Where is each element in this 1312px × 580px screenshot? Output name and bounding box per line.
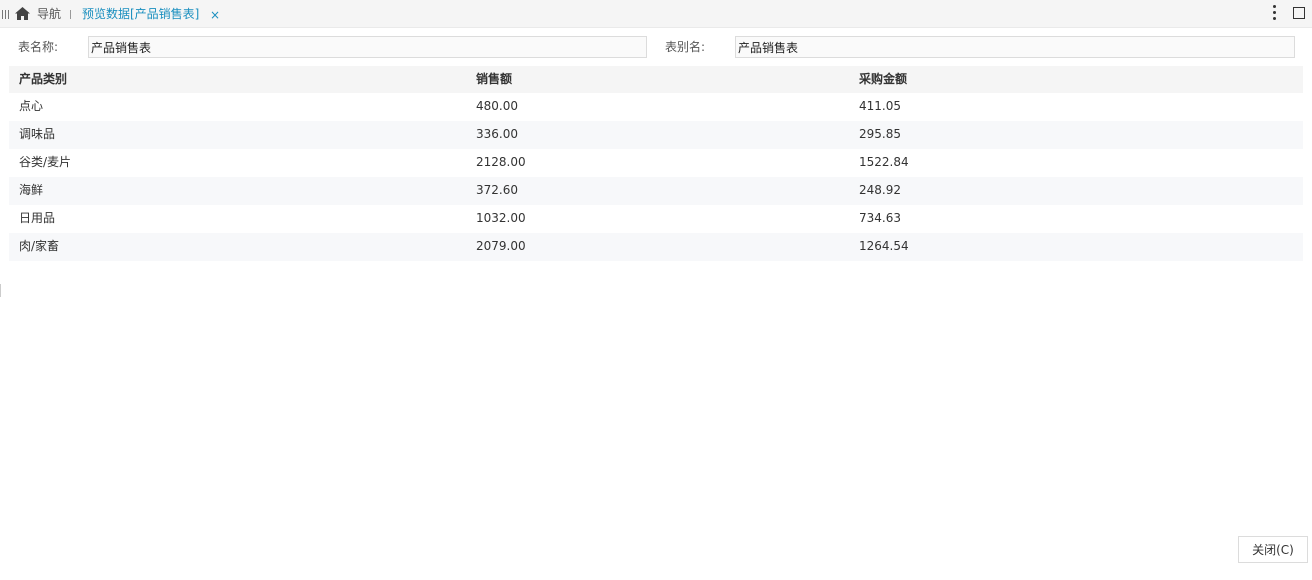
cell-category: 肉/家畜 [19,239,60,253]
home-icon[interactable] [14,6,31,21]
cell-sales: 372.60 [476,183,518,197]
cell-purchase: 1264.54 [859,239,909,253]
cell-sales: 2128.00 [476,155,526,169]
table-row[interactable]: 谷类/麦片 2128.00 1522.84 [9,149,1303,177]
cell-purchase: 734.63 [859,211,901,225]
table-alias-label: 表别名: [665,40,706,54]
cell-purchase: 295.85 [859,127,901,141]
cell-sales: 480.00 [476,99,518,113]
tab-divider [70,10,71,19]
drag-handle-icon[interactable] [2,8,11,19]
maximize-icon[interactable] [1293,7,1305,19]
cell-category: 调味品 [19,127,56,141]
cell-sales: 336.00 [476,127,518,141]
cell-sales: 2079.00 [476,239,526,253]
cell-category: 日用品 [19,211,56,225]
cell-category: 谷类/麦片 [19,155,72,169]
table-header-row: 产品类别 销售额 采购金额 [9,66,1303,93]
cell-purchase: 411.05 [859,99,901,113]
data-table: 产品类别 销售额 采购金额 点心 480.00 411.05 调味品 336.0… [9,66,1303,261]
tab-close-icon[interactable]: × [210,7,220,23]
table-row[interactable]: 肉/家畜 2079.00 1264.54 [9,233,1303,261]
table-row[interactable]: 日用品 1032.00 734.63 [9,205,1303,233]
panel-resize-handle[interactable] [0,284,1,297]
column-header-purchase[interactable]: 采购金额 [859,66,907,93]
table-name-field[interactable] [88,36,647,58]
cell-purchase: 1522.84 [859,155,909,169]
column-header-category[interactable]: 产品类别 [19,66,67,93]
table-row[interactable]: 海鲜 372.60 248.92 [9,177,1303,205]
cell-category: 点心 [19,99,44,113]
nav-tab-label[interactable]: 导航 [37,6,61,22]
cell-purchase: 248.92 [859,183,901,197]
tab-preview-data[interactable]: 预览数据[产品销售表] [82,6,199,22]
column-header-sales[interactable]: 销售额 [476,66,512,93]
table-alias-field[interactable] [735,36,1295,58]
cell-sales: 1032.00 [476,211,526,225]
table-row[interactable]: 点心 480.00 411.05 [9,93,1303,121]
more-vertical-icon[interactable] [1270,5,1278,23]
cell-category: 海鲜 [19,183,44,197]
table-row[interactable]: 调味品 336.00 295.85 [9,121,1303,149]
close-button[interactable]: 关闭(C) [1238,536,1308,563]
table-name-label: 表名称: [18,40,59,54]
tab-bar: 导航 预览数据[产品销售表] × [0,0,1312,28]
